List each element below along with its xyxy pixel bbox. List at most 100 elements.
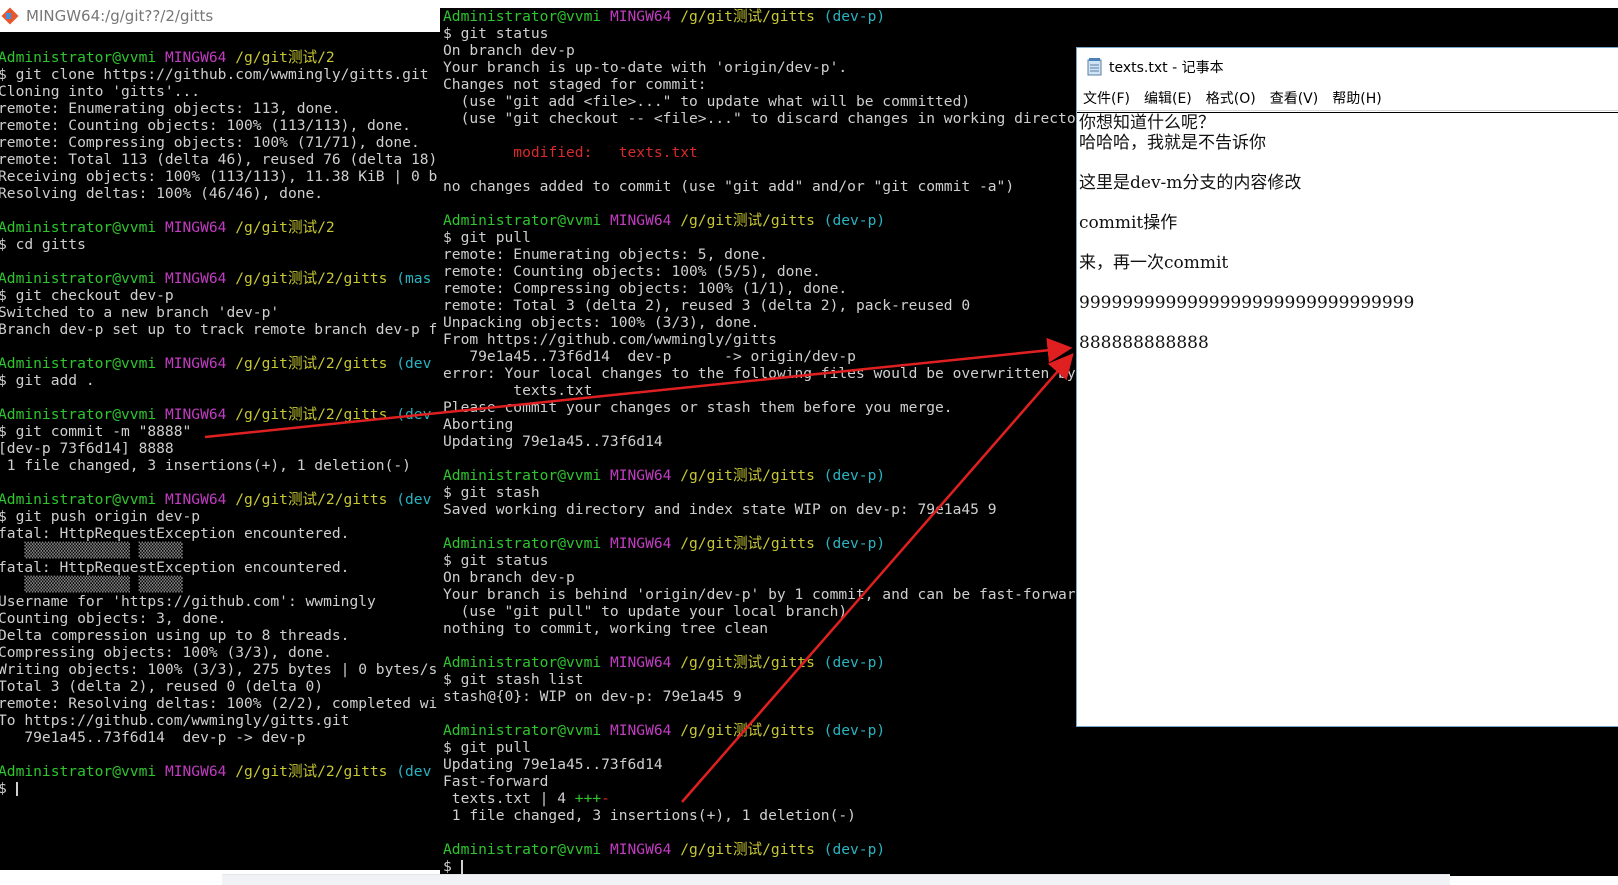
terminal-text: Administrator@vvmi bbox=[443, 535, 610, 552]
terminal-line: Administrator@vvmi MINGW64 /g/git测试/gitt… bbox=[443, 654, 1137, 671]
terminal-text: Administrator@vvmi bbox=[0, 219, 165, 236]
terminal-text: remote: Total 113 (delta 46), reused 76 … bbox=[0, 151, 438, 168]
terminal-text: $ git commit -m "8888" bbox=[0, 423, 192, 440]
notepad-text-line: 888888888888 bbox=[1079, 333, 1209, 353]
terminal-text: 79e1a45..73f6d14 dev-p -> origin/dev-p bbox=[443, 348, 856, 365]
terminal-text: MINGW64 bbox=[164, 270, 236, 287]
notepad-text-line bbox=[1079, 153, 1617, 173]
terminal-text: /g/git测试/gitts bbox=[680, 467, 824, 484]
terminal-text: Switched to a new branch 'dev-p' bbox=[0, 304, 280, 321]
terminal-text: remote: Compressing objects: 100% (1/1),… bbox=[443, 280, 848, 297]
notepad-title: texts.txt - 记事本 bbox=[1109, 60, 1224, 76]
notepad-text-line bbox=[1079, 233, 1617, 253]
terminal-line: Switched to a new branch 'dev-p' bbox=[0, 304, 437, 321]
terminal-text: texts.txt | 4 bbox=[443, 790, 575, 807]
terminal-text: no changes added to commit (use "git add… bbox=[443, 178, 1015, 195]
terminal-line: texts.txt bbox=[443, 382, 1137, 399]
terminal-text: Username for 'https://github.com': wwmin… bbox=[0, 593, 376, 610]
terminal-text: MINGW64 bbox=[609, 535, 681, 552]
terminal-text: /g/git测试/gitts bbox=[680, 654, 824, 671]
terminal-line: Administrator@vvmi MINGW64 /g/git测试/2/gi… bbox=[0, 406, 437, 423]
terminal-line: remote: Compressing objects: 100% (1/1),… bbox=[443, 280, 1137, 297]
terminal-line: 79e1a45..73f6d14 dev-p -> dev-p bbox=[0, 729, 437, 746]
terminal-text: $ git status bbox=[443, 552, 549, 569]
terminal-text: (dev bbox=[396, 763, 432, 780]
terminal-text: 1 file changed, 3 insertions(+), 1 delet… bbox=[443, 807, 856, 824]
terminal-text: $ cd gitts bbox=[0, 236, 86, 253]
terminal-text: Receiving objects: 100% (113/113), 11.38… bbox=[0, 168, 438, 185]
terminal-text: $ git add . bbox=[0, 372, 95, 389]
terminal-text: Please commit your changes or stash them… bbox=[443, 399, 953, 416]
notepad-menu-item[interactable]: 文件(F) bbox=[1083, 88, 1130, 108]
terminal-text: error: Your local changes to the followi… bbox=[443, 365, 1138, 382]
terminal-text: /g/git测试/2/gitts bbox=[235, 406, 397, 423]
left-terminal-window[interactable]: MINGW64:/g/git??/2/gitts Administrator@v… bbox=[0, 0, 440, 870]
terminal-line: 1 file changed, 3 insertions(+), 1 delet… bbox=[443, 807, 1137, 824]
terminal-text: Your branch is behind 'origin/dev-p' by … bbox=[443, 586, 1111, 603]
left-terminal-output[interactable]: Administrator@vvmi MINGW64 /g/git测试/2 $ g… bbox=[0, 49, 437, 797]
terminal-text: Updating 79e1a45..73f6d14 bbox=[443, 756, 663, 773]
terminal-line: Administrator@vvmi MINGW64 /g/git测试/2/gi… bbox=[0, 763, 437, 780]
terminal-text: Branch dev-p set up to track remote bran… bbox=[0, 321, 438, 338]
main-terminal-output[interactable]: Administrator@vvmi MINGW64 /g/git测试/gitt… bbox=[443, 8, 1137, 875]
terminal-text: Fast-forward bbox=[443, 773, 549, 790]
terminal-line: $ git pull bbox=[443, 229, 1137, 246]
notepad-menu-item[interactable]: 查看(V) bbox=[1270, 88, 1319, 108]
terminal-text: (dev-p) bbox=[823, 841, 886, 858]
terminal-text: /g/git测试/2/gitts bbox=[235, 270, 397, 287]
terminal-line: $ git clone https://github.com/wwmingly/… bbox=[0, 66, 437, 83]
left-terminal-titlebar[interactable]: MINGW64:/g/git??/2/gitts bbox=[0, 0, 440, 32]
terminal-text: Administrator@vvmi bbox=[443, 467, 610, 484]
terminal-text: $ git pull bbox=[443, 229, 531, 246]
terminal-text: Administrator@vvmi bbox=[0, 270, 165, 287]
notepad-titlebar[interactable]: texts.txt - 记事本 bbox=[1077, 48, 1618, 86]
terminal-text: $ git status bbox=[443, 25, 549, 42]
terminal-line: remote: Resolving deltas: 100% (2/2), co… bbox=[0, 695, 437, 712]
terminal-line: Administrator@vvmi MINGW64 /g/git测试/2/gi… bbox=[0, 355, 437, 372]
terminal-text: $ git pull bbox=[443, 739, 531, 756]
terminal-text: /g/git测试/gitts bbox=[680, 212, 824, 229]
terminal-text: Administrator@vvmi bbox=[0, 49, 165, 66]
notepad-menu-item[interactable]: 编辑(E) bbox=[1144, 88, 1192, 108]
terminal-text: stash@{0}: WIP on dev-p: 79e1a45 9 bbox=[443, 688, 742, 705]
terminal-line: stash@{0}: WIP on dev-p: 79e1a45 9 bbox=[443, 688, 1137, 705]
terminal-line: $ bbox=[0, 780, 437, 797]
terminal-text: /g/git测试/2/gitts bbox=[235, 491, 397, 508]
terminal-line: remote: Total 3 (delta 2), reused 3 (del… bbox=[443, 297, 1137, 314]
terminal-text: /g/git测试/gitts bbox=[680, 841, 824, 858]
terminal-line: $ git status bbox=[443, 552, 1137, 569]
terminal-line: Your branch is behind 'origin/dev-p' by … bbox=[443, 586, 1137, 603]
terminal-text: remote: Enumerating objects: 113, done. bbox=[0, 100, 341, 117]
notepad-window[interactable]: texts.txt - 记事本 文件(F) 编辑(E) 格式(O) 查看(V) 帮助(H… bbox=[1076, 47, 1618, 727]
terminal-line: ▒▒▒▒▒▒▒▒▒▒▒▒ ▒▒▒▒▒ bbox=[0, 542, 437, 559]
terminal-text: Cloning into 'gitts'... bbox=[0, 83, 201, 100]
terminal-text: $ bbox=[0, 780, 7, 797]
terminal-text: MINGW64 bbox=[164, 406, 236, 423]
terminal-line: $ git add . bbox=[0, 372, 437, 389]
notepad-menu-item[interactable]: 格式(O) bbox=[1206, 88, 1256, 108]
terminal-line: Administrator@vvmi MINGW64 /g/git测试/gitt… bbox=[443, 8, 1137, 25]
terminal-text: MINGW64 bbox=[164, 763, 236, 780]
terminal-text: MINGW64 bbox=[609, 467, 681, 484]
terminal-line: error: Your local changes to the followi… bbox=[443, 365, 1137, 382]
notepad-text-line: 9999999999999999999999999999999 bbox=[1079, 293, 1415, 313]
notepad-menu-item[interactable]: 帮助(H) bbox=[1332, 88, 1381, 108]
terminal-cursor bbox=[460, 860, 463, 874]
notepad-text-line: commit操作 bbox=[1079, 213, 1178, 233]
notepad-text-area[interactable]: 你想知道什么呢？ 哈哈哈，我就是不告诉你 这里是dev-m分支的内容修改 commit… bbox=[1077, 112, 1618, 726]
terminal-line: $ git pull bbox=[443, 739, 1137, 756]
notepad-text-line bbox=[1079, 273, 1617, 293]
terminal-text: /g/git测试/gitts bbox=[680, 535, 824, 552]
terminal-line: texts.txt | 4 +++- bbox=[443, 790, 1137, 807]
terminal-line: remote: Counting objects: 100% (5/5), do… bbox=[443, 263, 1137, 280]
terminal-line: Administrator@vvmi MINGW64 /g/git测试/2 bbox=[0, 49, 437, 66]
